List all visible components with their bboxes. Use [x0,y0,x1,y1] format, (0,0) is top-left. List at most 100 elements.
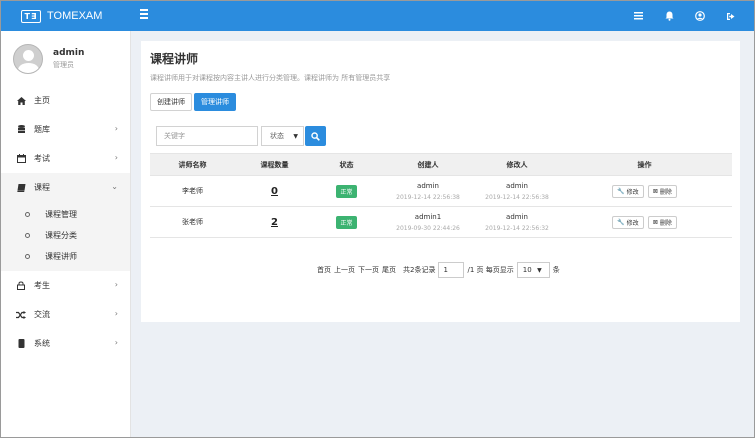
status-select[interactable]: 状态 ▼ [261,126,304,146]
circle-icon [25,233,30,238]
modifier-name: admin [506,212,528,221]
book-icon [16,183,26,193]
brand-name: TOMEXAM [47,10,103,22]
teacher-table: 讲师名称 课程数量 状态 创建人 修改人 操作 李老师 0 正常 admin 2… [150,153,732,238]
pager-next[interactable]: 下一页 [358,265,379,275]
modified-time: 2019-12-14 22:56:38 [485,193,549,201]
main-panel: 课程讲师 课程讲师用于对课程按内容主讲人进行分类管理。课程讲师为 所有管理员共享… [141,41,740,322]
sidebar-subitem-course-management[interactable]: 课程管理 [1,204,130,225]
column-header: 讲师名称 [150,153,235,176]
page-title: 课程讲师 [150,52,199,66]
page-number-input[interactable]: 1 [438,262,465,278]
home-icon [16,96,26,106]
sidebar-item-course[interactable]: 课程 ⌄ [1,173,130,202]
chevron-right-icon: › [114,309,118,318]
lock-icon [16,281,26,291]
book-icon [16,339,26,349]
sidebar-item-label: 主页 [34,96,50,105]
chevron-right-icon: › [114,124,118,133]
status-select-label: 状态 [270,132,284,140]
bell-icon[interactable] [664,11,674,21]
caret-down-icon: ▼ [537,267,542,274]
sidebar-item-label: 考生 [34,281,50,290]
pager-first[interactable]: 首页 [317,265,331,275]
user-name: admin [53,47,85,58]
table-header: 讲师名称 课程数量 状态 创建人 修改人 操作 [150,153,732,176]
delete-icon: ⊠ [652,187,658,195]
delete-button[interactable]: ⊠ 删除 [647,215,677,229]
column-header: 操作 [557,153,732,176]
search-input[interactable]: 关键字 [156,126,258,146]
sidebar-item-label: 系统 [34,339,50,348]
created-time: 2019-09-30 22:44:26 [396,224,460,232]
pager-page-total: /1 页 每页显示 [467,266,514,274]
creator-name: admin [417,181,439,190]
search-icon [311,131,320,141]
sidebar-item-system[interactable]: 系统 › [1,329,130,358]
sidebar-item-label: 课程 [34,183,50,192]
top-icons [633,1,736,31]
caret-down-icon: ▼ [293,133,298,140]
edit-button[interactable]: 🔧 修改 [612,184,644,198]
edit-button[interactable]: 🔧 修改 [612,215,644,229]
column-header: 课程数量 [235,153,314,176]
pager-prev[interactable]: 上一页 [334,265,355,275]
modified-time: 2019-12-14 22:56:32 [485,224,549,232]
logo-mark: T∃ [21,9,41,23]
list-icon[interactable] [633,11,643,21]
sidebar-subitem-course-category[interactable]: 课程分类 [1,225,130,246]
sidebar-item-label: 交流 [34,310,50,319]
course-submenu: 课程管理 课程分类 课程讲师 [1,202,130,271]
wrench-icon: 🔧 [617,187,625,195]
course-count-link[interactable]: 0 [271,186,278,197]
pager-last[interactable]: 尾页 [382,265,396,275]
edit-button-label: 修改 [626,219,639,227]
page-description: 课程讲师用于对课程按内容主讲人进行分类管理。课程讲师为 所有管理员共享 [150,74,391,82]
tab-manage-teacher[interactable]: 管理讲师 [194,93,236,111]
random-icon [16,310,26,320]
teacher-name: 李老师 [150,175,235,207]
sidebar-item-examinee[interactable]: 考生 › [1,271,130,300]
edit-button-label: 修改 [626,188,639,196]
menu-icon[interactable] [140,9,152,21]
column-header: 状态 [314,153,379,176]
pager-unit: 条 [552,266,560,274]
sidebar-item-question-bank[interactable]: 题库 › [1,115,130,144]
page-size-select[interactable]: 10 ▼ [516,262,550,278]
table-row: 李老师 0 正常 admin 2019-12-14 22:56:38 admin… [150,175,732,207]
circle-icon [25,212,30,217]
circle-icon [25,254,30,259]
creator-name: admin1 [414,212,442,221]
pager-total: 共2条记录 [403,266,436,274]
top-bar: T∃ TOMEXAM [1,1,754,31]
sidebar-item-exam[interactable]: 考试 › [1,144,130,173]
sidebar: admin 管理员 主页 题库 › 考试 › 课程 ⌄ 课程管理 课程分类 课程… [1,31,131,437]
logout-icon[interactable] [726,11,736,21]
user-icon[interactable] [695,11,705,21]
chevron-right-icon: › [114,153,118,162]
status-badge: 正常 [336,184,357,198]
chevron-right-icon: › [114,280,118,289]
app-window: T∃ TOMEXAM admin 管理员 主页 题库 › 考试 › 课程 ⌄ 课… [0,0,755,438]
user-panel: admin 管理员 [1,31,130,86]
search-button[interactable] [305,126,326,146]
sidebar-subitem-course-teacher[interactable]: 课程讲师 [1,246,130,267]
avatar [13,43,43,74]
table-row: 张老师 2 正常 admin1 2019-09-30 22:44:26 admi… [150,206,732,238]
sidebar-item-label: 考试 [34,154,50,163]
user-role: 管理员 [53,60,74,69]
delete-button-label: 删除 [659,219,672,227]
course-count-link[interactable]: 2 [271,217,278,228]
sidebar-item-label: 题库 [34,125,50,134]
tab-create-teacher[interactable]: 创建讲师 [150,93,192,111]
created-time: 2019-12-14 22:56:38 [396,193,460,201]
pagination: 首页 上一页 下一页 尾页 共2条记录 1 /1 页 每页显示 10 ▼ 条 [317,262,563,278]
delete-button[interactable]: ⊠ 删除 [647,184,677,198]
sidebar-item-communication[interactable]: 交流 › [1,300,130,329]
sidebar-item-home[interactable]: 主页 [1,86,130,115]
modifier-name: admin [506,181,528,190]
chevron-right-icon: › [114,338,118,347]
logo[interactable]: T∃ TOMEXAM [1,1,131,31]
teacher-name: 张老师 [150,206,235,238]
wrench-icon: 🔧 [617,218,625,226]
